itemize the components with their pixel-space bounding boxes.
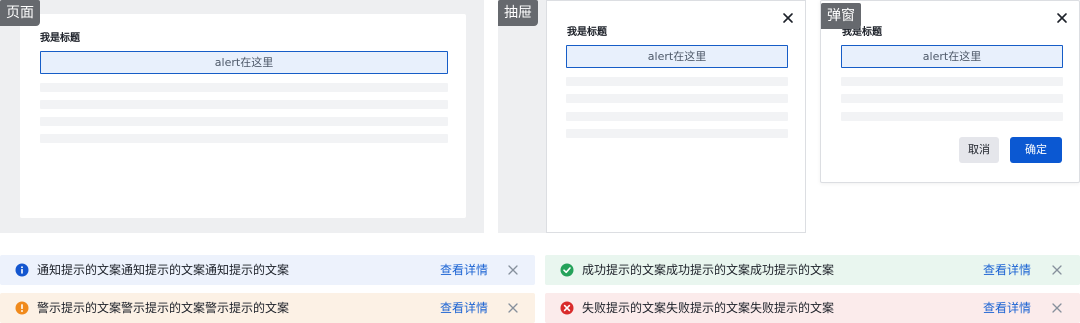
modal-tag: 弹窗	[821, 3, 861, 29]
skeleton-line	[566, 77, 788, 86]
skeleton-line	[841, 77, 1063, 86]
skeleton-line	[40, 83, 448, 92]
skeleton-line	[40, 117, 448, 126]
drawer-title: 我是标题	[567, 27, 607, 38]
modal-alert: alert在这里	[841, 45, 1063, 68]
skeleton-line	[40, 134, 448, 143]
close-icon[interactable]	[781, 11, 795, 25]
skeleton-line	[40, 100, 448, 109]
view-details-link[interactable]: 查看详情	[440, 255, 488, 285]
drawer: 我是标题 alert在这里	[546, 0, 806, 233]
confirm-button[interactable]: 确定	[1010, 137, 1062, 163]
warning-icon	[15, 301, 29, 315]
skeleton-line	[566, 129, 788, 138]
page-card: 我是标题 alert在这里	[20, 14, 466, 218]
error-icon	[560, 301, 574, 315]
page-title: 我是标题	[40, 33, 80, 44]
notification-message: 失败提示的文案失败提示的文案失败提示的文案	[582, 301, 835, 315]
error-notification: 失败提示的文案失败提示的文案失败提示的文案 查看详情	[545, 293, 1080, 323]
view-details-link[interactable]: 查看详情	[983, 255, 1031, 285]
notification-message: 成功提示的文案成功提示的文案成功提示的文案	[582, 263, 835, 277]
page-tag: 页面	[0, 0, 40, 26]
drawer-alert: alert在这里	[566, 45, 788, 68]
drawer-preview-panel: 抽屉 我是标题 alert在这里	[498, 0, 806, 233]
page-alert: alert在这里	[40, 51, 448, 74]
close-icon[interactable]	[1055, 11, 1069, 25]
info-icon	[15, 263, 29, 277]
notification-message: 警示提示的文案警示提示的文案警示提示的文案	[37, 301, 290, 315]
close-icon[interactable]	[1051, 302, 1063, 314]
drawer-tag: 抽屉	[498, 0, 538, 26]
skeleton-line	[841, 112, 1063, 121]
info-notification: 通知提示的文案通知提示的文案通知提示的文案 查看详情	[0, 255, 535, 285]
success-notification: 成功提示的文案成功提示的文案成功提示的文案 查看详情	[545, 255, 1080, 285]
page-preview-panel: 页面 我是标题 alert在这里	[0, 0, 484, 233]
close-icon[interactable]	[507, 264, 519, 276]
skeleton-line	[566, 94, 788, 103]
check-circle-icon	[560, 263, 574, 277]
close-icon[interactable]	[507, 302, 519, 314]
cancel-button[interactable]: 取消	[959, 137, 999, 163]
view-details-link[interactable]: 查看详情	[983, 293, 1031, 323]
notification-message: 通知提示的文案通知提示的文案通知提示的文案	[37, 263, 290, 277]
skeleton-line	[841, 94, 1063, 103]
skeleton-line	[566, 112, 788, 121]
close-icon[interactable]	[1051, 264, 1063, 276]
warning-notification: 警示提示的文案警示提示的文案警示提示的文案 查看详情	[0, 293, 535, 323]
modal-preview-panel: 弹窗 我是标题 alert在这里 取消 确定	[820, 0, 1080, 183]
view-details-link[interactable]: 查看详情	[440, 293, 488, 323]
